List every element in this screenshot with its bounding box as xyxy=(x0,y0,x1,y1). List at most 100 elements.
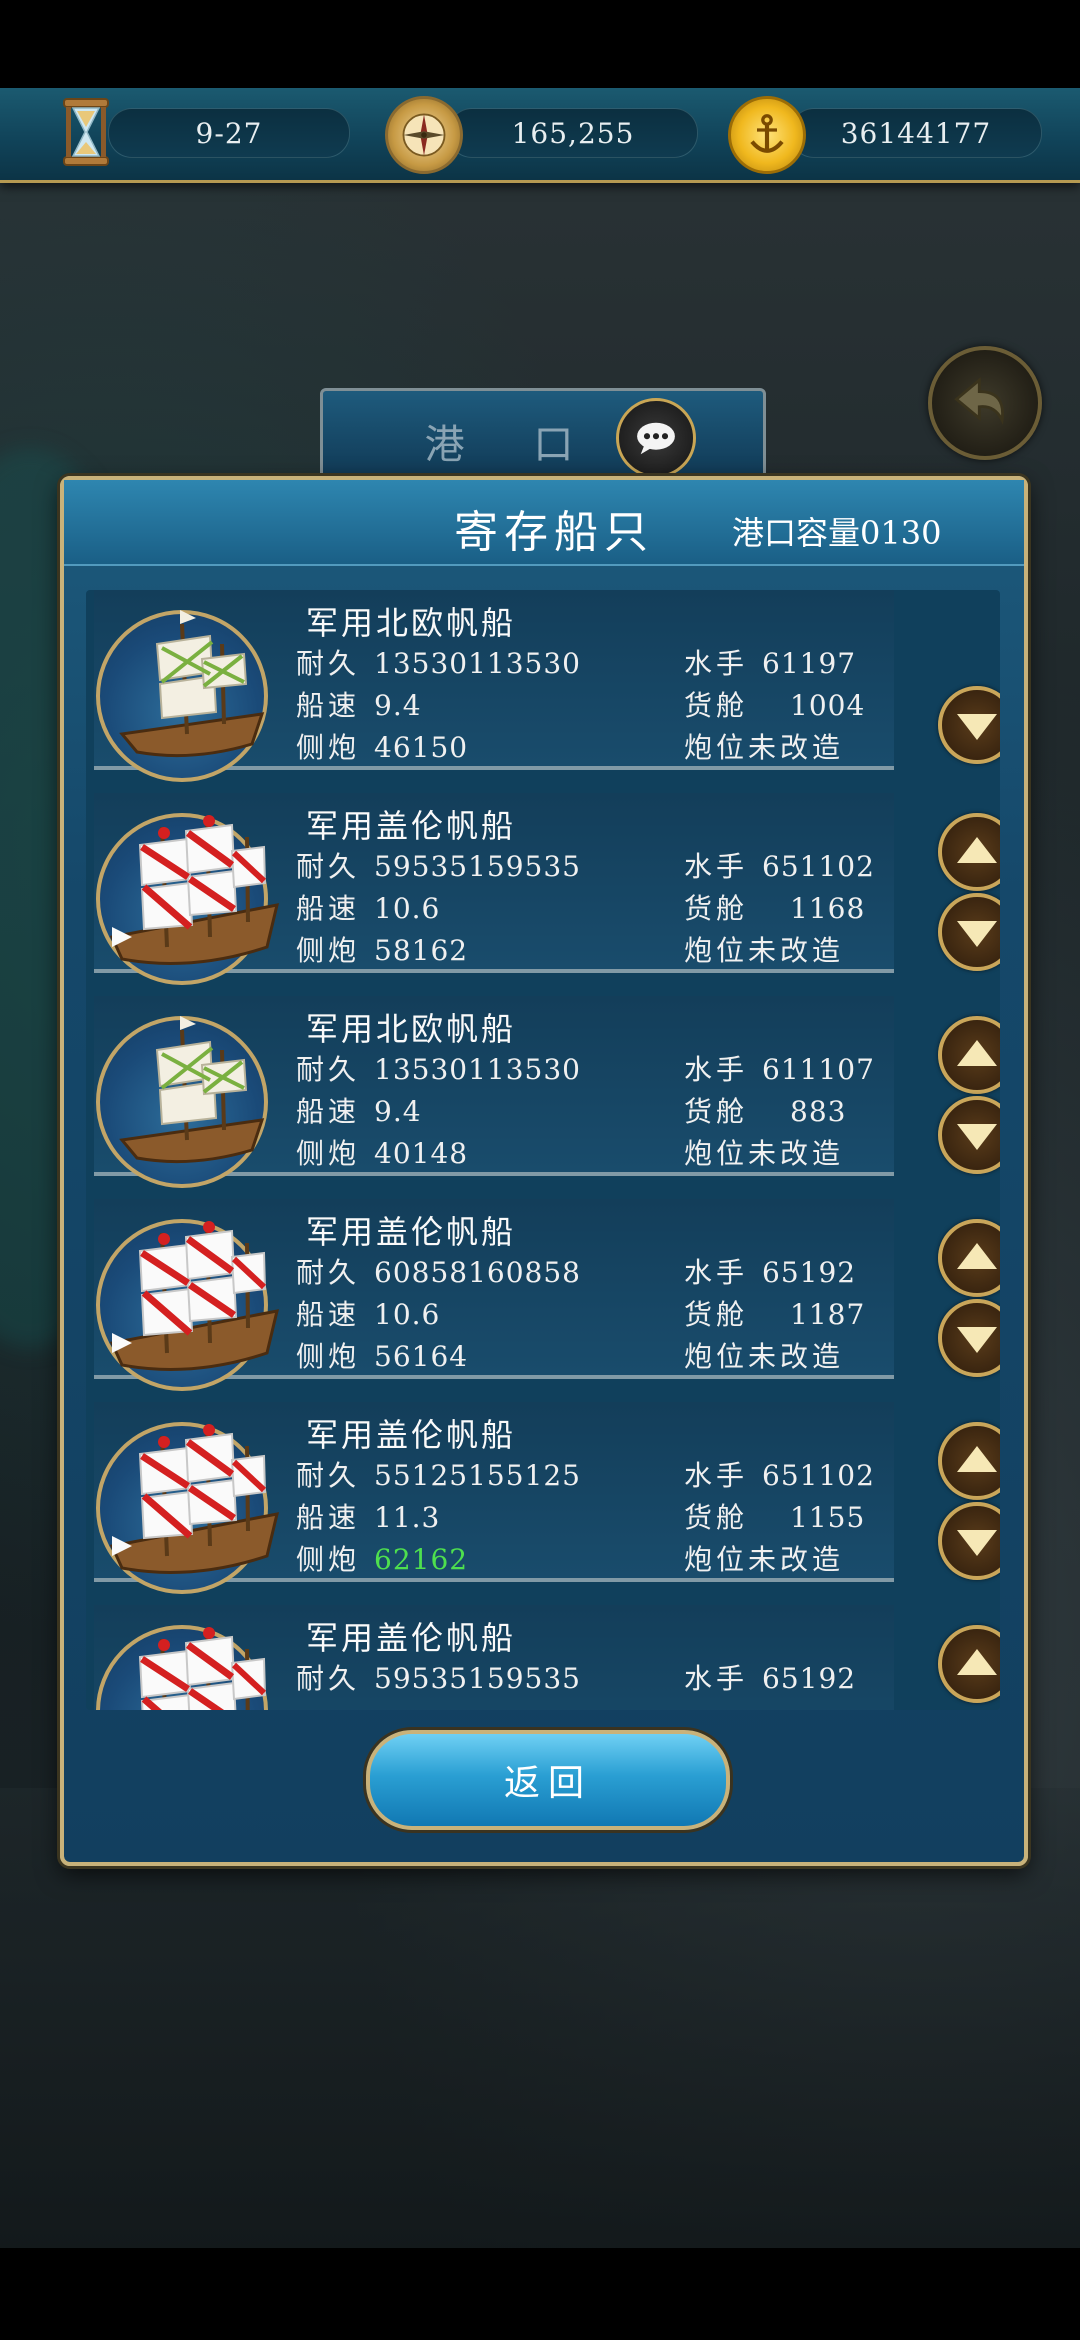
ship-row[interactable]: 军用盖伦帆船 耐久 59535159535 水手 65192 xyxy=(86,1605,1000,1710)
panel-corner-decor xyxy=(964,1802,1028,1866)
cargo-stat: 货舱 883 xyxy=(684,1095,847,1128)
galleon-ship-icon xyxy=(138,1627,267,1710)
arrow-down-icon xyxy=(957,1124,997,1150)
move-down-button[interactable] xyxy=(938,1502,1000,1580)
return-button-label: 返回 xyxy=(503,1763,592,1804)
move-down-button[interactable] xyxy=(938,1299,1000,1377)
cannons-stat: 侧炮 58162 xyxy=(296,934,469,967)
cargo-stat: 货舱 1187 xyxy=(684,1298,866,1331)
speed-stat: 船速 10.6 xyxy=(296,1298,441,1331)
ship-name: 军用北欧帆船 xyxy=(306,1010,517,1048)
panel-header: 寄存船只 港口容量0130 xyxy=(64,480,1024,566)
ship-name: 军用盖伦帆船 xyxy=(306,1619,517,1657)
back-arrow-button[interactable] xyxy=(928,346,1042,460)
cannons-stat: 侧炮 56164 xyxy=(296,1340,469,1373)
ship-name: 军用盖伦帆船 xyxy=(306,807,517,845)
ship-name: 军用盖伦帆船 xyxy=(306,1213,517,1251)
cannons-stat: 侧炮 62162 xyxy=(296,1543,469,1576)
stored-ships-panel: 寄存船只 港口容量0130 军用北欧帆船 耐久 13530113530 水手 611… xyxy=(60,476,1028,1866)
galleon-ship-icon xyxy=(109,1221,279,1371)
durability-stat: 耐久 60858160858 xyxy=(296,1256,581,1289)
move-up-button[interactable] xyxy=(938,813,1000,891)
sailors-stat: 水手 651102 xyxy=(684,850,875,883)
move-down-button[interactable] xyxy=(938,1096,1000,1174)
speed-stat: 船速 9.4 xyxy=(296,689,422,722)
panel-corner-decor xyxy=(60,1802,124,1866)
galleon-ship-icon xyxy=(109,815,279,965)
move-down-button[interactable] xyxy=(938,686,1000,764)
cargo-stat: 货舱 1155 xyxy=(684,1501,866,1534)
ship-row[interactable]: 军用盖伦帆船 耐久 60858160858 水手 65192 船速 10.6 货舱 1187… xyxy=(86,1199,1000,1391)
move-up-button[interactable] xyxy=(938,1016,1000,1094)
nordic-ship-icon xyxy=(119,610,265,758)
ship-portrait xyxy=(96,1016,268,1188)
ship-name: 军用盖伦帆船 xyxy=(306,1416,517,1454)
cannons-stat: 侧炮 46150 xyxy=(296,731,469,764)
arrow-down-icon xyxy=(957,1327,997,1353)
compass-value: 165,255 xyxy=(511,116,635,150)
durability-stat: 耐久 59535159535 xyxy=(296,1662,581,1695)
cannons-stat: 侧炮 40148 xyxy=(296,1137,469,1170)
modification-status: 炮位未改造 xyxy=(684,731,845,764)
sailors-stat: 水手 65192 xyxy=(684,1256,857,1289)
sailors-stat: 水手 65192 xyxy=(684,1662,857,1695)
ship-row[interactable]: 军用盖伦帆船 耐久 59535159535 水手 651102 船速 10.6 货舱 116… xyxy=(86,793,1000,985)
modification-status: 炮位未改造 xyxy=(684,1137,845,1170)
arrow-down-icon xyxy=(957,921,997,947)
date-value: 9-27 xyxy=(195,116,263,150)
ship-list[interactable]: 军用北欧帆船 耐久 13530113530 水手 61197 船速 9.4 货舱 1004 侧… xyxy=(86,590,1000,1710)
panel-title: 寄存船只 xyxy=(454,507,654,558)
gold-value: 36144177 xyxy=(840,116,992,150)
move-down-button[interactable] xyxy=(938,893,1000,971)
move-up-button[interactable] xyxy=(938,1422,1000,1500)
durability-stat: 耐久 13530113530 xyxy=(296,647,581,680)
resource-bar: 9-27 165,255 36144177 xyxy=(0,88,1080,183)
hourglass-icon xyxy=(50,96,122,168)
arrow-up-icon xyxy=(957,1649,997,1675)
gold-resource: 36144177 xyxy=(790,108,1042,158)
move-up-button[interactable] xyxy=(938,1219,1000,1297)
durability-stat: 耐久 55125155125 xyxy=(296,1459,581,1492)
compass-resource: 165,255 xyxy=(448,108,698,158)
nordic-ship-icon xyxy=(119,1016,265,1164)
ship-portrait xyxy=(96,1219,279,1391)
ship-portrait xyxy=(96,610,268,782)
port-capacity: 港口容量0130 xyxy=(732,514,942,552)
arrow-up-icon xyxy=(957,1243,997,1269)
ship-portrait xyxy=(96,1422,279,1594)
ship-portrait xyxy=(96,813,279,985)
chat-button[interactable] xyxy=(616,398,696,478)
port-tab-label: 港 口 xyxy=(424,422,602,468)
arrow-up-icon xyxy=(957,1446,997,1472)
ship-name: 军用北欧帆船 xyxy=(306,604,517,642)
ship-portrait xyxy=(96,1625,268,1710)
speed-stat: 船速 11.3 xyxy=(296,1501,441,1534)
sailors-stat: 水手 651102 xyxy=(684,1459,875,1492)
cargo-stat: 货舱 1168 xyxy=(684,892,866,925)
speed-stat: 船速 10.6 xyxy=(296,892,441,925)
arrow-down-icon xyxy=(957,714,997,740)
ship-row[interactable]: 军用北欧帆船 耐久 13530113530 水手 611107 船速 9.4 货舱 883 侧… xyxy=(86,996,1000,1188)
galleon-ship-icon xyxy=(109,1424,279,1574)
ship-row[interactable]: 军用盖伦帆船 耐久 55125155125 水手 651102 船速 11.3 货舱 115… xyxy=(86,1402,1000,1594)
chat-bubble-icon xyxy=(637,422,675,455)
cargo-stat: 货舱 1004 xyxy=(684,689,866,722)
modification-status: 炮位未改造 xyxy=(684,1543,845,1576)
arrow-up-icon xyxy=(957,837,997,863)
speed-stat: 船速 9.4 xyxy=(296,1095,422,1128)
durability-stat: 耐久 59535159535 xyxy=(296,850,581,883)
sailors-stat: 水手 611107 xyxy=(684,1053,875,1086)
durability-stat: 耐久 13530113530 xyxy=(296,1053,581,1086)
compass-icon xyxy=(385,96,463,174)
return-button[interactable]: 返回 xyxy=(366,1730,730,1830)
arrow-up-icon xyxy=(957,1040,997,1066)
arrow-down-icon xyxy=(957,1530,997,1556)
ship-row[interactable]: 军用北欧帆船 耐久 13530113530 水手 61197 船速 9.4 货舱 1004 侧… xyxy=(86,590,1000,782)
move-up-button[interactable] xyxy=(938,1625,1000,1703)
sailors-stat: 水手 61197 xyxy=(684,647,857,680)
modification-status: 炮位未改造 xyxy=(684,1340,845,1373)
date-display: 9-27 xyxy=(108,108,350,158)
modification-status: 炮位未改造 xyxy=(684,934,845,967)
return-arrow-icon xyxy=(954,377,1004,425)
anchor-coin-icon xyxy=(728,96,806,174)
